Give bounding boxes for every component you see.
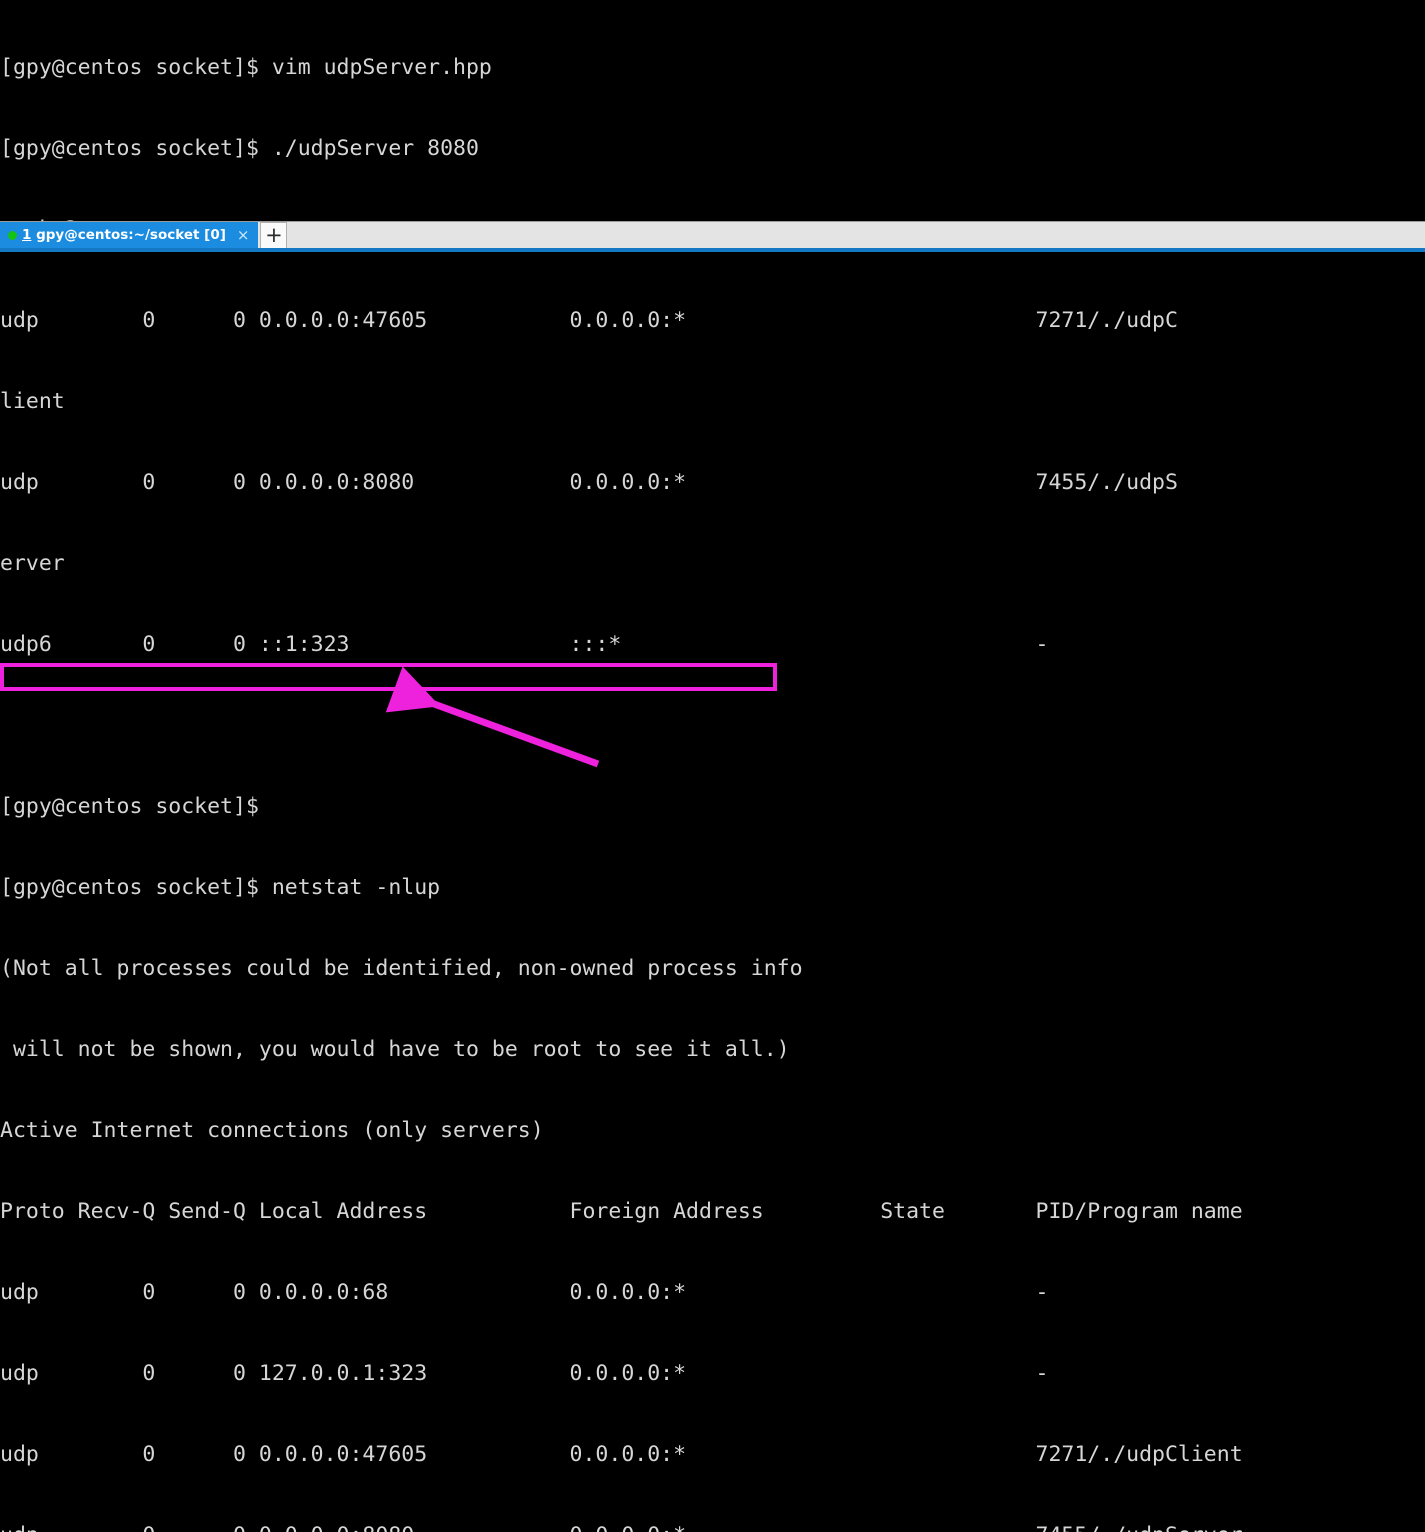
netstat-row-highlighted: udp 0 0 0.0.0.0:8080 0.0.0.0:* 7455/./ud…	[0, 1522, 1425, 1532]
tab-item-1[interactable]: 1 gpy@centos:~/socket [0] ×	[0, 222, 259, 248]
tab-bar-empty-space	[287, 222, 1425, 248]
terminal-line: erver	[0, 551, 65, 576]
terminal-window: [gpy@centos socket]$ vim udpServer.hpp […	[0, 0, 1425, 1532]
terminal-pane-top[interactable]: [gpy@centos socket]$ vim udpServer.hpp […	[0, 0, 1425, 323]
terminal-line: [gpy@centos socket]$ netstat -nlup	[0, 875, 441, 900]
terminal-line: [gpy@centos socket]$ ./udpServer 8080	[0, 136, 479, 161]
netstat-row: udp 0 0 127.0.0.1:323 0.0.0.0:* -	[0, 1361, 1049, 1386]
tab-number: 1	[22, 227, 32, 243]
netstat-header-row: Proto Recv-Q Send-Q Local Address Foreig…	[0, 1199, 1243, 1224]
tab-title: gpy@centos:~/socket [0]	[31, 227, 226, 243]
tab-label: 1 gpy@centos:~/socket [0]	[22, 227, 226, 243]
terminal-line: udp 0 0 0.0.0.0:8080 0.0.0.0:* 7455/./ud…	[0, 470, 1178, 495]
tab-bar: 1 gpy@centos:~/socket [0] × +	[0, 221, 1425, 248]
terminal-line: (Not all processes could be identified, …	[0, 956, 803, 981]
tab-status-dot-icon	[8, 230, 17, 240]
terminal-line: [gpy@centos socket]$ vim udpServer.hpp	[0, 55, 492, 80]
terminal-line: Active Internet connections (only server…	[0, 1118, 544, 1143]
netstat-row: udp 0 0 0.0.0.0:47605 0.0.0.0:* 7271/./u…	[0, 1442, 1243, 1467]
tab-bar-accent-line	[0, 248, 1425, 252]
terminal-line: udp6 0 0 ::1:323 :::* -	[0, 632, 1049, 657]
close-icon[interactable]: ×	[231, 227, 255, 243]
terminal-pane-main[interactable]: udp 0 0 0.0.0.0:47605 0.0.0.0:* 7271/./u…	[0, 253, 1425, 1532]
terminal-line: [gpy@centos socket]$	[0, 794, 259, 819]
new-tab-button[interactable]: +	[260, 222, 288, 248]
terminal-line: udp 0 0 0.0.0.0:47605 0.0.0.0:* 7271/./u…	[0, 308, 1178, 333]
terminal-line: will not be shown, you would have to be …	[0, 1037, 790, 1062]
terminal-line: lient	[0, 389, 65, 414]
netstat-row: udp 0 0 0.0.0.0:68 0.0.0.0:* -	[0, 1280, 1049, 1305]
